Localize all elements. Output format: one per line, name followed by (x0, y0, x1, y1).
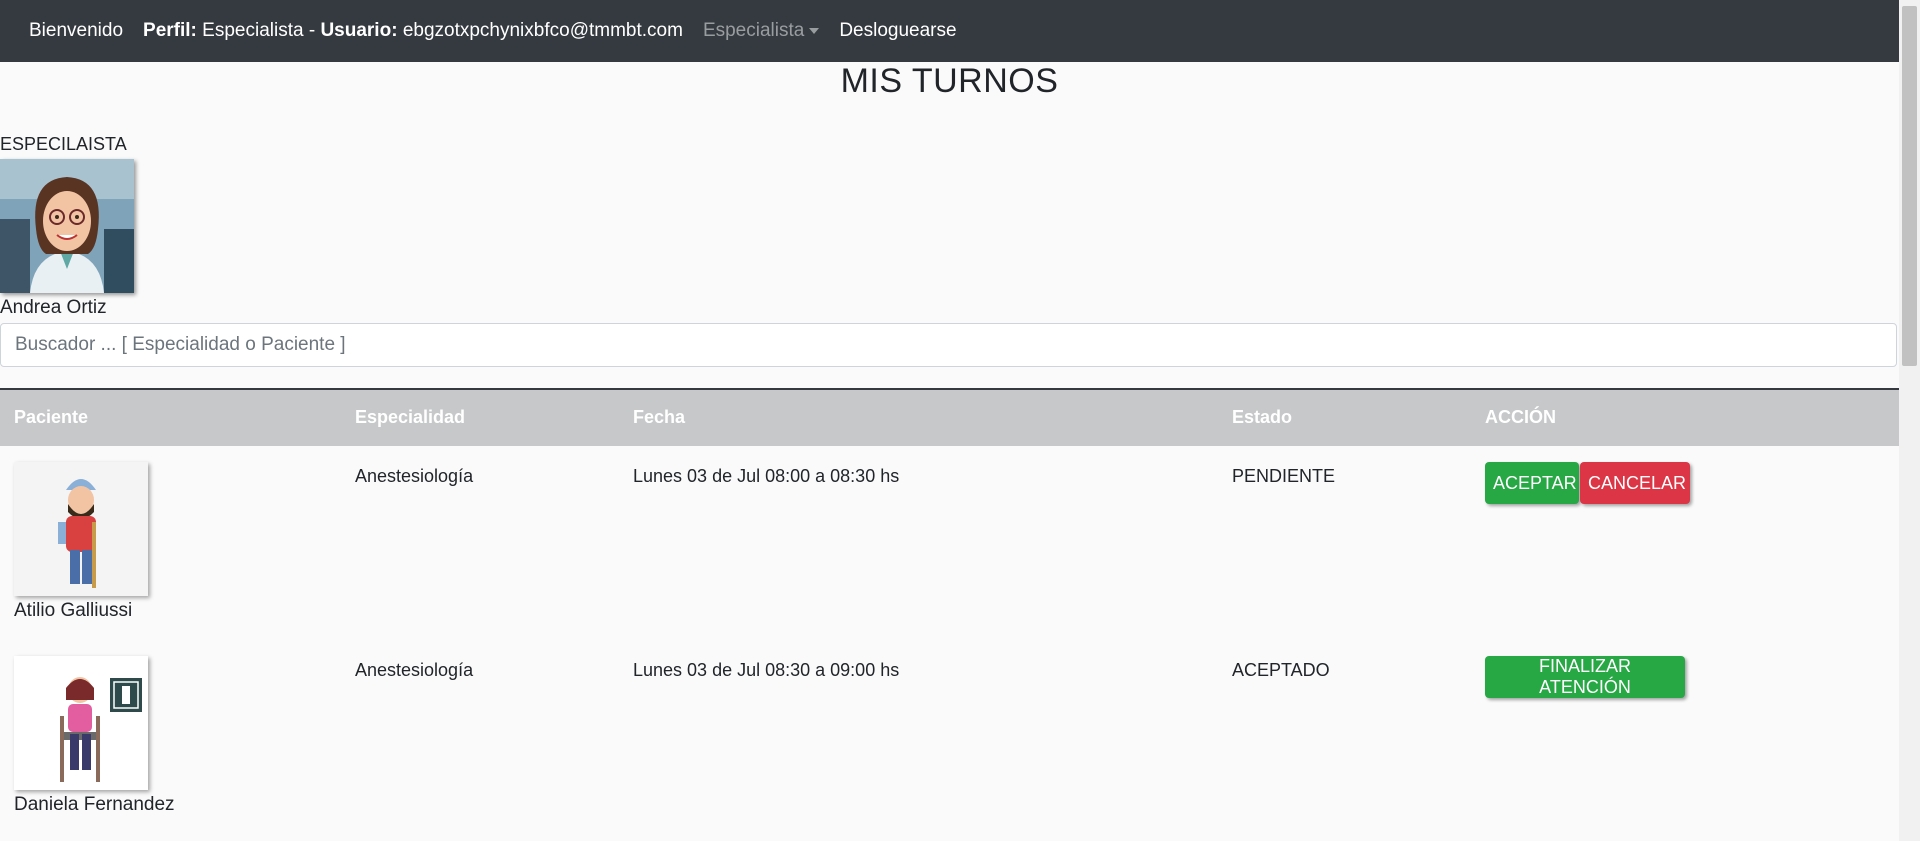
specialist-name: Andrea Ortiz (0, 297, 107, 318)
user-label: Usuario: (320, 20, 398, 41)
header-fecha: Fecha (633, 407, 686, 427)
finalize-button[interactable]: FINALIZAR ATENCIÓN (1485, 656, 1685, 698)
specialty-cell: Anestesiología (355, 660, 474, 680)
date-cell: Lunes 03 de Jul 08:30 a 09:00 hs (633, 660, 900, 680)
nav-welcome-link[interactable]: Bienvenido (29, 20, 123, 42)
patient-avatar (14, 656, 148, 790)
user-email: ebgzotxpchynixbfco@tmmbt.com (402, 20, 683, 41)
specialist-dropdown[interactable]: Especialista (702, 20, 820, 42)
header-paciente: Paciente (14, 407, 89, 427)
accept-button[interactable]: ACEPTAR (1485, 462, 1579, 504)
patient-avatar (14, 462, 148, 596)
specialist-avatar (0, 159, 134, 293)
search-input[interactable] (0, 323, 1897, 367)
page-title: MIS TURNOS (840, 62, 1059, 100)
role-label: ESPECILAISTA (0, 134, 127, 154)
status-cell: ACEPTADO (1232, 660, 1330, 680)
header-accion: ACCIÓN (1485, 407, 1556, 427)
cancel-button[interactable]: CANCELAR (1580, 462, 1690, 504)
table-header: Paciente Especialidad Fecha Estado ACCIÓ… (0, 390, 1899, 446)
header-estado: Estado (1232, 407, 1293, 427)
navbar: Bienvenido Perfil: Especialista - Usuari… (0, 0, 1899, 62)
patient-name: Atilio Galliussi (14, 600, 133, 621)
profile-info: Perfil: Especialista - Usuario: ebgzotxp… (143, 20, 683, 42)
scrollbar[interactable] (1899, 0, 1920, 841)
profile-label: Perfil: (143, 20, 197, 41)
table-row: Daniela Fernandez Anestesiología Lunes 0… (0, 640, 1899, 841)
logout-link[interactable]: Desloguearse (839, 20, 956, 42)
status-cell: PENDIENTE (1232, 466, 1336, 486)
header-especialidad: Especialidad (355, 407, 466, 427)
date-cell: Lunes 03 de Jul 08:00 a 08:30 hs (633, 466, 900, 486)
caret-down-icon (809, 28, 820, 34)
patient-name: Daniela Fernandez (14, 794, 175, 815)
specialty-cell: Anestesiología (355, 466, 474, 486)
dropdown-label: Especialista (702, 20, 805, 41)
table-row: Atilio Galliussi Anestesiología Lunes 03… (0, 446, 1899, 640)
scrollbar-thumb[interactable] (1902, 6, 1917, 366)
profile-value: Especialista - (202, 20, 316, 41)
